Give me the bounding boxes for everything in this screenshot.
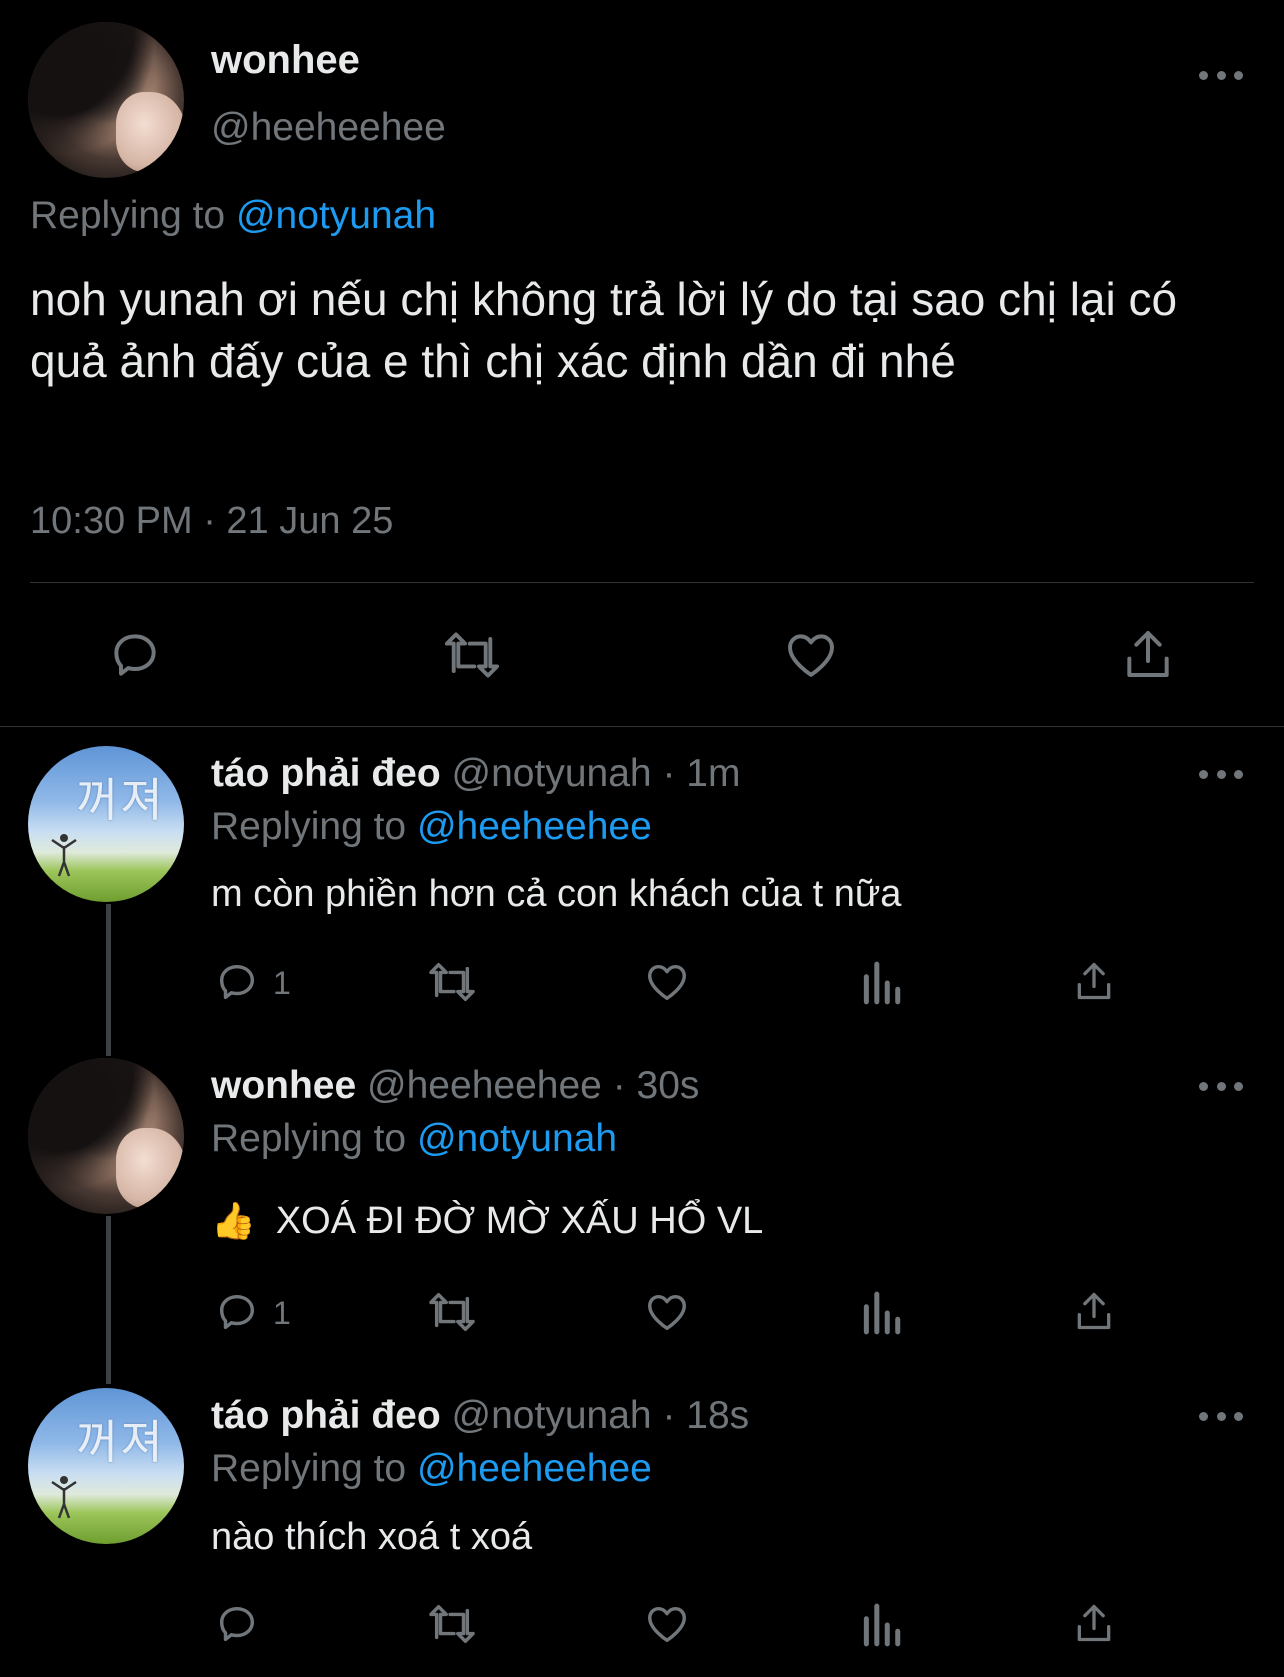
reply-time: · 30s xyxy=(612,1064,700,1107)
reply-icon[interactable] xyxy=(107,627,163,683)
reply-header: táo phải đeo @notyunah · 1m xyxy=(211,752,740,796)
reply-icon[interactable] xyxy=(214,959,260,1005)
more-options-icon[interactable] xyxy=(1199,1410,1243,1422)
tweet-text: noh yunah ơi nếu chị không trả lời lý do… xyxy=(30,273,1178,387)
author-handle[interactable]: @notyunah xyxy=(452,1394,652,1437)
author-handle[interactable]: @heeheehee xyxy=(211,106,446,150)
thumbs-up-icon: 👍 xyxy=(211,1200,256,1241)
author-name[interactable]: wonhee xyxy=(211,38,360,83)
retweet-icon[interactable] xyxy=(425,1601,479,1647)
author-handle[interactable]: @notyunah xyxy=(452,752,652,795)
share-icon[interactable] xyxy=(1072,1600,1116,1646)
reply-text: m còn phiền hơn cả con khách của t nữa xyxy=(211,873,902,915)
author-handle[interactable]: @heeheehee xyxy=(367,1064,602,1107)
divider xyxy=(30,582,1254,583)
replying-to-link[interactable]: @notyunah xyxy=(236,194,436,237)
analytics-icon[interactable] xyxy=(860,960,902,1006)
avatar[interactable]: 꺼져 xyxy=(28,746,184,902)
more-options-icon[interactable] xyxy=(1199,69,1243,81)
thread-line xyxy=(106,904,111,1056)
replying-prefix: Replying to xyxy=(30,194,226,237)
reply-text-body: XOÁ ĐI ĐỜ MỜ XẤU HỔ VL xyxy=(275,1200,764,1242)
author-name[interactable]: táo phải đeo xyxy=(211,752,441,795)
like-icon[interactable] xyxy=(643,1289,691,1335)
more-options-icon[interactable] xyxy=(1199,1080,1243,1092)
tweet-timestamp[interactable]: 10:30 PM · 21 Jun 25 xyxy=(30,500,393,543)
avatar-text: 꺼져 xyxy=(76,1415,165,1469)
reply-count: 1 xyxy=(273,965,291,1001)
avatar[interactable] xyxy=(28,1058,184,1214)
analytics-icon[interactable] xyxy=(860,1602,902,1648)
analytics-icon[interactable] xyxy=(860,1290,902,1336)
divider xyxy=(0,726,1284,727)
avatar-text: 꺼져 xyxy=(76,773,165,827)
reply-text: nào thích xoá t xoá xyxy=(211,1516,533,1558)
reply-text: 👍 XOÁ ĐI ĐỜ MỜ XẤU HỔ VL xyxy=(211,1200,763,1243)
reply-header: wonhee @heeheehee · 30s xyxy=(211,1064,699,1108)
replying-to: Replying to @heeheehee xyxy=(211,1447,652,1491)
reply-header: táo phải đeo @notyunah · 18s xyxy=(211,1394,749,1438)
replying-to-link[interactable]: @heeheehee xyxy=(417,1447,652,1490)
replying-prefix: Replying to xyxy=(211,805,407,848)
retweet-icon[interactable] xyxy=(440,627,504,683)
author-name[interactable]: wonhee xyxy=(211,1064,356,1107)
reply-icon[interactable] xyxy=(214,1289,260,1335)
reply-icon[interactable] xyxy=(214,1601,260,1647)
author-name[interactable]: táo phải đeo xyxy=(211,1394,441,1437)
avatar[interactable] xyxy=(28,22,184,178)
like-icon[interactable] xyxy=(643,959,691,1005)
retweet-icon[interactable] xyxy=(425,959,479,1005)
reply-time: · 18s xyxy=(662,1394,750,1437)
replying-to-link[interactable]: @notyunah xyxy=(417,1117,617,1160)
replying-to: Replying to @notyunah xyxy=(30,194,436,238)
retweet-icon[interactable] xyxy=(425,1289,479,1335)
like-icon[interactable] xyxy=(643,1601,691,1647)
replying-prefix: Replying to xyxy=(211,1447,407,1490)
more-options-icon[interactable] xyxy=(1199,768,1243,780)
like-icon[interactable] xyxy=(782,627,840,683)
reply-count: 1 xyxy=(273,1295,291,1331)
share-icon[interactable] xyxy=(1120,625,1176,683)
replying-to: Replying to @notyunah xyxy=(211,1117,617,1161)
replying-to-link[interactable]: @heeheehee xyxy=(417,805,652,848)
reply-time: · 1m xyxy=(662,752,741,795)
replying-to: Replying to @heeheehee xyxy=(211,805,652,849)
replying-prefix: Replying to xyxy=(211,1117,407,1160)
thread-line xyxy=(106,1216,111,1384)
avatar[interactable]: 꺼져 xyxy=(28,1388,184,1544)
share-icon[interactable] xyxy=(1072,958,1116,1004)
share-icon[interactable] xyxy=(1072,1288,1116,1334)
